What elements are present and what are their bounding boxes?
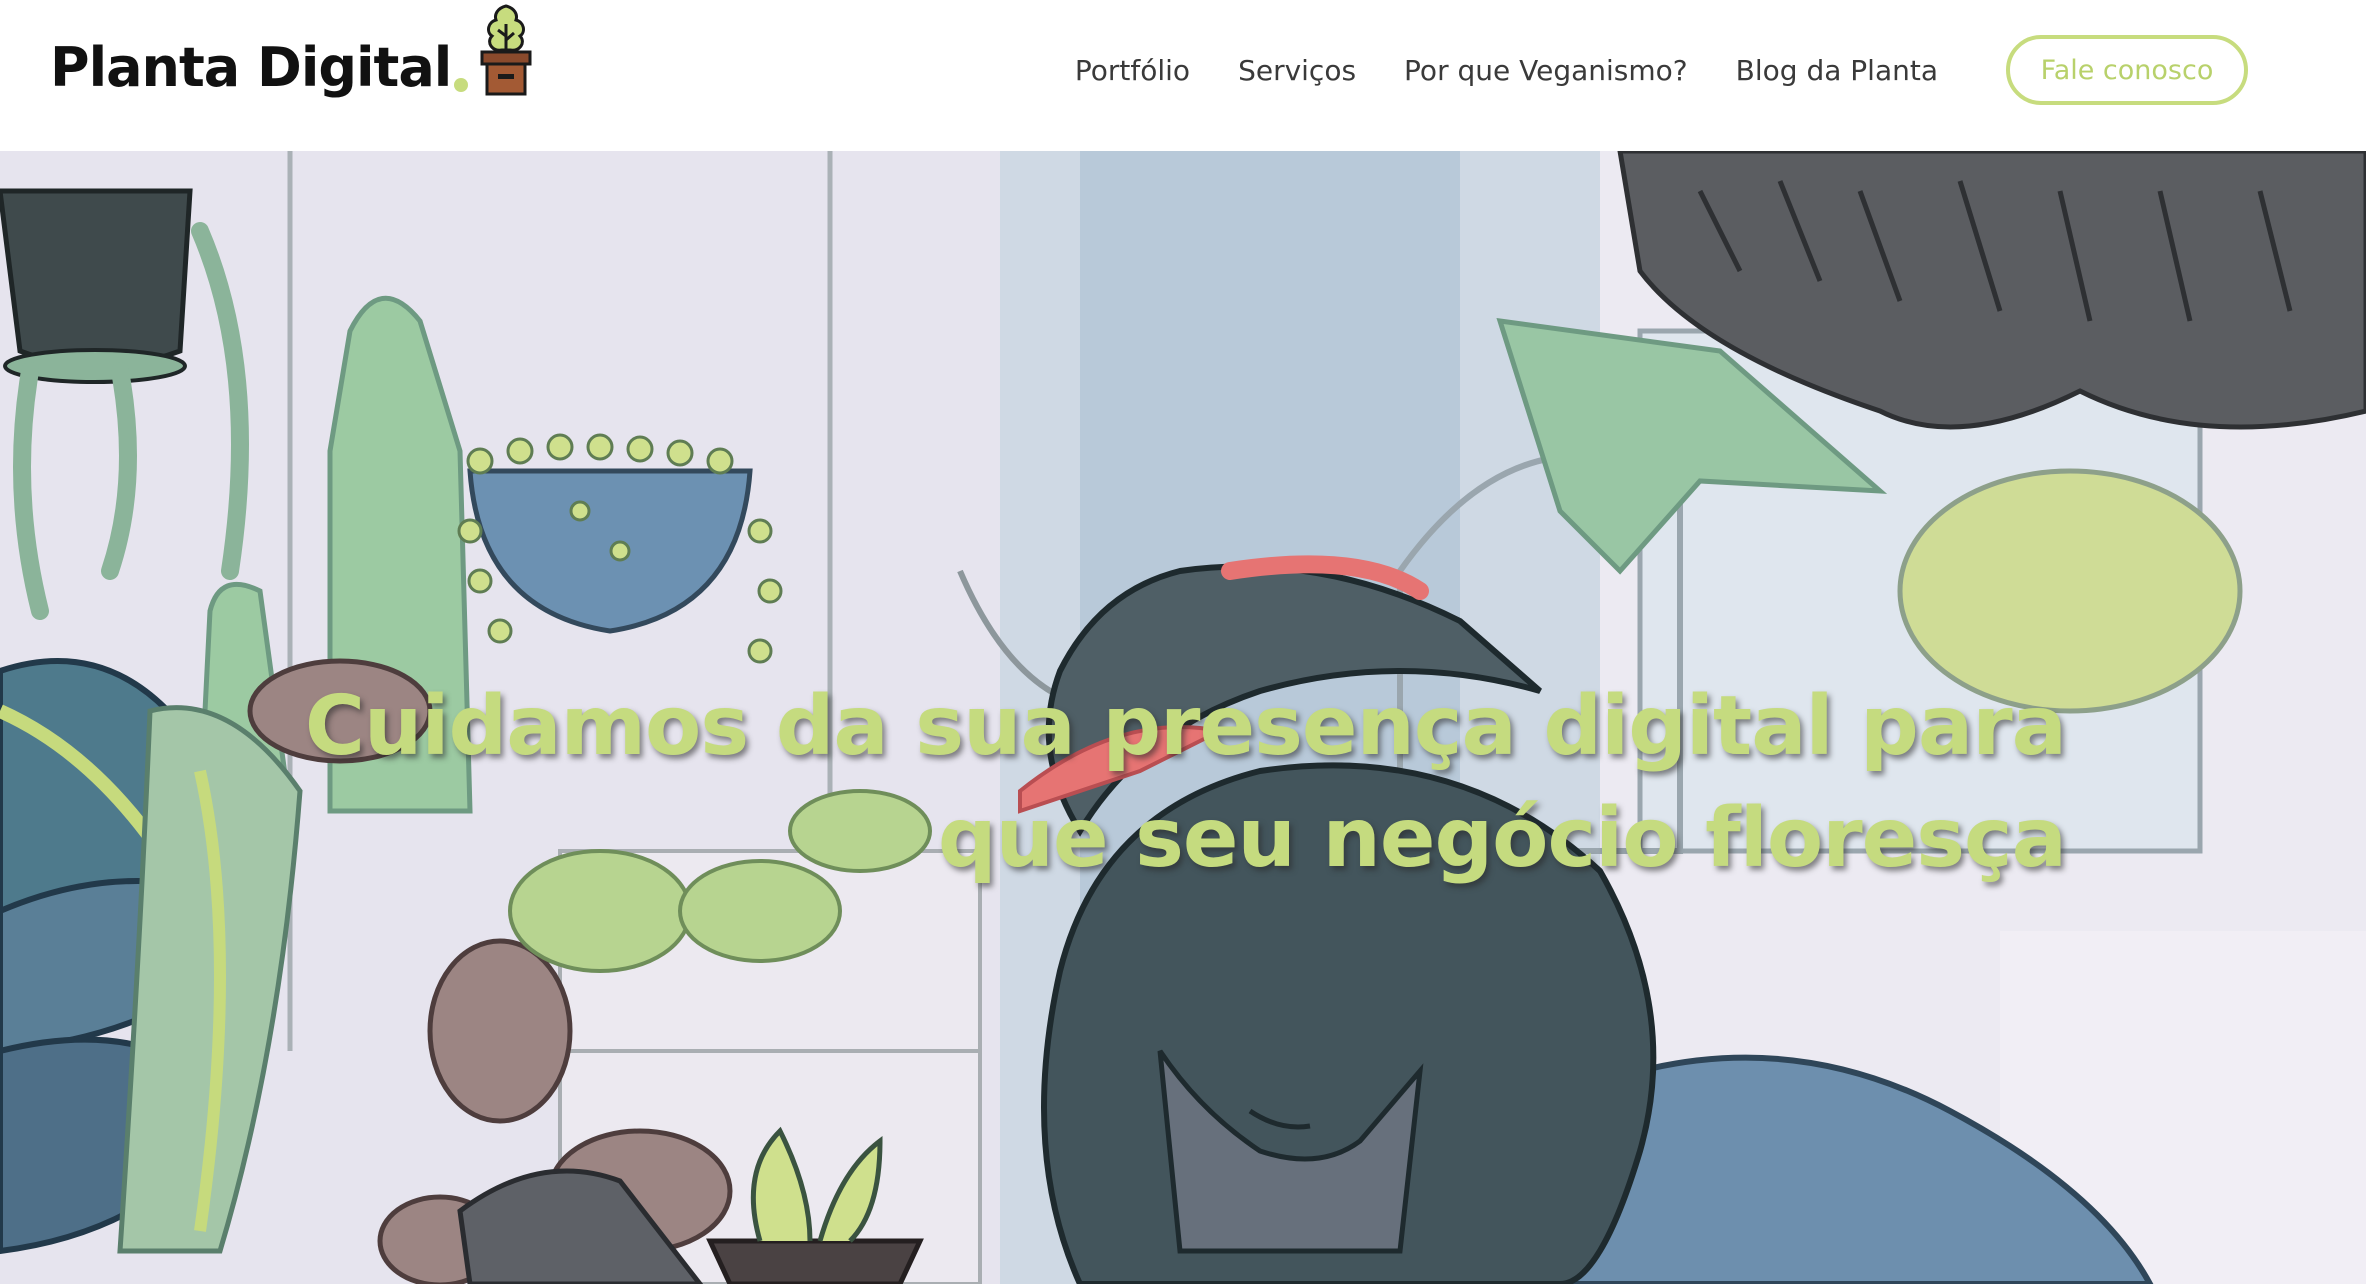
- nav-link-servicos[interactable]: Serviços: [1238, 54, 1356, 87]
- brand-name: Planta Digital: [50, 35, 452, 99]
- hero-headline-line-2: que seu negócio floresça: [937, 791, 2067, 886]
- contact-button[interactable]: Fale conosco: [2006, 35, 2248, 105]
- potted-plant-icon: [480, 4, 532, 96]
- hero-headline: Cuidamos da sua presença digital para qu…: [166, 671, 2067, 895]
- hero-section: Cuidamos da sua presença digital para qu…: [0, 151, 2366, 1284]
- hero-headline-line-1: Cuidamos da sua presença digital para: [304, 679, 2067, 774]
- nav-link-blog[interactable]: Blog da Planta: [1736, 54, 1938, 87]
- logo-dot: [454, 78, 469, 92]
- main-nav: Portfólio Serviços Por que Veganismo? Bl…: [1075, 34, 2366, 106]
- nav-link-veganismo[interactable]: Por que Veganismo?: [1404, 54, 1688, 87]
- site-header: Planta Digital Portfólio Serviços Por qu…: [0, 0, 2366, 151]
- nav-link-portfolio[interactable]: Portfólio: [1075, 54, 1190, 87]
- logo-link[interactable]: Planta Digital: [50, 0, 534, 100]
